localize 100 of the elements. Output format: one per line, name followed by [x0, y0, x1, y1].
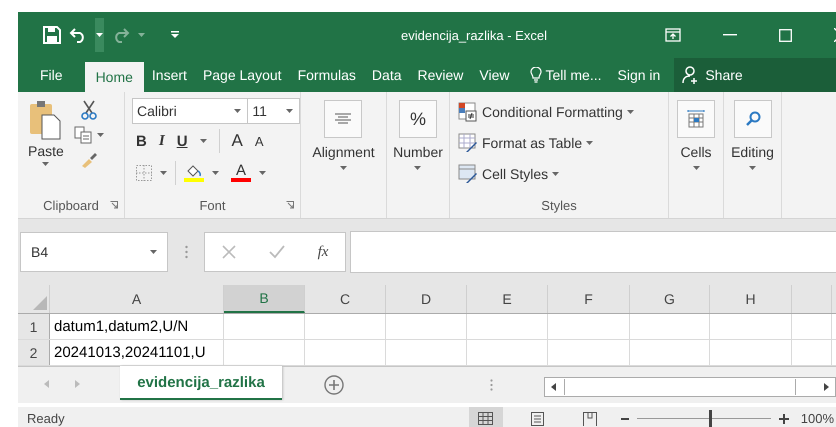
caret-icon[interactable] — [626, 110, 634, 114]
cells-button[interactable]: Cells — [673, 100, 719, 192]
styles-menu-item[interactable]: Format as Table — [458, 127, 668, 158]
page-icon — [531, 412, 544, 426]
shrink-font-button[interactable]: A — [254, 134, 264, 148]
caret-icon[interactable] — [96, 33, 103, 37]
borders-icon[interactable] — [136, 165, 152, 181]
caret-icon[interactable] — [749, 166, 756, 170]
zoom-in-icon[interactable] — [778, 414, 789, 424]
paint-bucket-icon[interactable] — [186, 164, 202, 177]
styles-menu-item[interactable]: Cell Styles — [458, 158, 668, 189]
column-header[interactable]: D — [386, 285, 467, 313]
minimize-icon[interactable] — [723, 34, 737, 36]
caret-icon[interactable] — [160, 171, 167, 175]
cell-styles-icon — [458, 164, 478, 184]
column-header[interactable]: G — [630, 285, 710, 313]
horizontal-scrollbar[interactable] — [544, 377, 836, 397]
caret-icon[interactable] — [286, 109, 293, 113]
number-button[interactable]: % Number — [389, 100, 447, 192]
table-icon — [687, 109, 705, 129]
italic-button[interactable]: I — [158, 132, 165, 150]
sheet-tab[interactable]: evidencija_razlika — [120, 366, 282, 400]
share-button[interactable]: Share — [674, 58, 836, 92]
underline-button[interactable]: U — [176, 132, 188, 150]
ribbon-tab[interactable]: File — [32, 58, 71, 92]
caret-icon[interactable] — [340, 166, 347, 170]
caret-icon[interactable] — [586, 140, 594, 144]
grid-view-icon — [478, 412, 494, 425]
name-box[interactable]: B4 — [20, 232, 168, 272]
grip-icon — [184, 245, 188, 259]
group-label: Styles — [541, 198, 577, 212]
table-cell: 20241013,20241101,U — [50, 340, 224, 365]
font-color-button[interactable]: A — [236, 164, 246, 178]
customize-icon[interactable] — [171, 31, 179, 39]
search-icon — [744, 111, 760, 127]
editing-button[interactable]: Editing — [727, 100, 778, 192]
column-header[interactable]: C — [305, 285, 386, 313]
font-color-bar — [231, 178, 251, 182]
maximize-icon[interactable] — [779, 28, 792, 42]
scissors-icon[interactable] — [80, 100, 97, 120]
font-name-dropdown[interactable]: Calibri — [132, 98, 248, 124]
ribbon-tab[interactable]: Formulas — [290, 58, 364, 92]
check-icon[interactable] — [268, 245, 285, 259]
grow-font-button[interactable]: A — [232, 131, 243, 151]
row-header[interactable]: 1 — [18, 314, 50, 339]
caret-icon[interactable] — [259, 171, 266, 175]
slider-thumb[interactable] — [709, 410, 712, 427]
zoom-level-text[interactable]: 100% — [800, 411, 836, 426]
conditional-formatting-icon — [458, 102, 478, 122]
formula-input-field[interactable] — [350, 231, 836, 273]
caret-icon[interactable] — [212, 171, 219, 175]
format-table-icon — [458, 132, 478, 152]
column-header[interactable]: E — [467, 285, 548, 313]
grip-icon — [490, 379, 493, 391]
format-painter-icon[interactable] — [80, 150, 98, 168]
caret-icon[interactable] — [692, 166, 700, 170]
group-label: Font — [199, 198, 226, 212]
caret-icon[interactable] — [234, 109, 242, 113]
undo-icon[interactable] — [69, 27, 87, 43]
ribbon-tab[interactable]: Insert — [144, 58, 195, 92]
sign-in-link[interactable]: Sign in — [610, 58, 668, 92]
caret-icon[interactable] — [96, 133, 104, 137]
add-sheet-icon[interactable] — [324, 375, 344, 395]
column-header[interactable]: H — [710, 285, 792, 313]
ribbon-tab[interactable]: Home — [84, 62, 144, 92]
insert-function-button[interactable]: fx — [318, 244, 328, 260]
caret-icon[interactable] — [200, 139, 207, 143]
ribbon-display-icon[interactable] — [665, 28, 681, 42]
status-text: Ready — [26, 411, 65, 426]
lightbulb-icon[interactable] — [530, 67, 542, 83]
page-break-icon — [582, 412, 597, 426]
highlight-color-bar — [184, 178, 204, 182]
tell-me-field[interactable]: Tell me... — [546, 67, 602, 83]
scroll-right-icon[interactable] — [824, 383, 829, 391]
window-title: evidencija_razlika - Excel — [400, 28, 548, 42]
ribbon-tab[interactable]: Review — [410, 58, 472, 92]
row-header[interactable]: 2 — [18, 340, 50, 365]
ribbon-tab[interactable]: View — [471, 58, 518, 92]
bold-button[interactable]: B — [136, 132, 147, 150]
dialog-launcher-icon[interactable] — [110, 201, 118, 209]
caret-icon[interactable] — [150, 250, 157, 254]
ribbon-tab[interactable]: Page Layout — [194, 58, 290, 92]
caret-icon[interactable] — [42, 162, 50, 166]
column-header[interactable]: F — [548, 285, 630, 313]
caret-icon[interactable] — [552, 172, 560, 176]
font-size-dropdown[interactable]: 11 — [248, 98, 300, 124]
styles-menu-item[interactable]: Conditional Formatting — [458, 96, 668, 127]
paste-button[interactable]: Paste — [18, 100, 68, 192]
table-cell: datum1,datum2,U/N — [50, 314, 224, 339]
view-button[interactable] — [468, 407, 503, 427]
alignment-button[interactable]: Alignment — [308, 100, 379, 192]
group-label: Clipboard — [43, 198, 99, 212]
percent-symbol: % — [398, 100, 437, 138]
scroll-left-icon[interactable] — [551, 383, 556, 391]
column-header[interactable]: B — [224, 285, 305, 313]
save-icon[interactable] — [43, 26, 61, 44]
caret-icon[interactable] — [414, 166, 422, 170]
dialog-launcher-icon[interactable] — [286, 201, 294, 209]
copy-icon[interactable] — [74, 126, 92, 144]
ribbon-tab[interactable]: Data — [364, 58, 410, 92]
